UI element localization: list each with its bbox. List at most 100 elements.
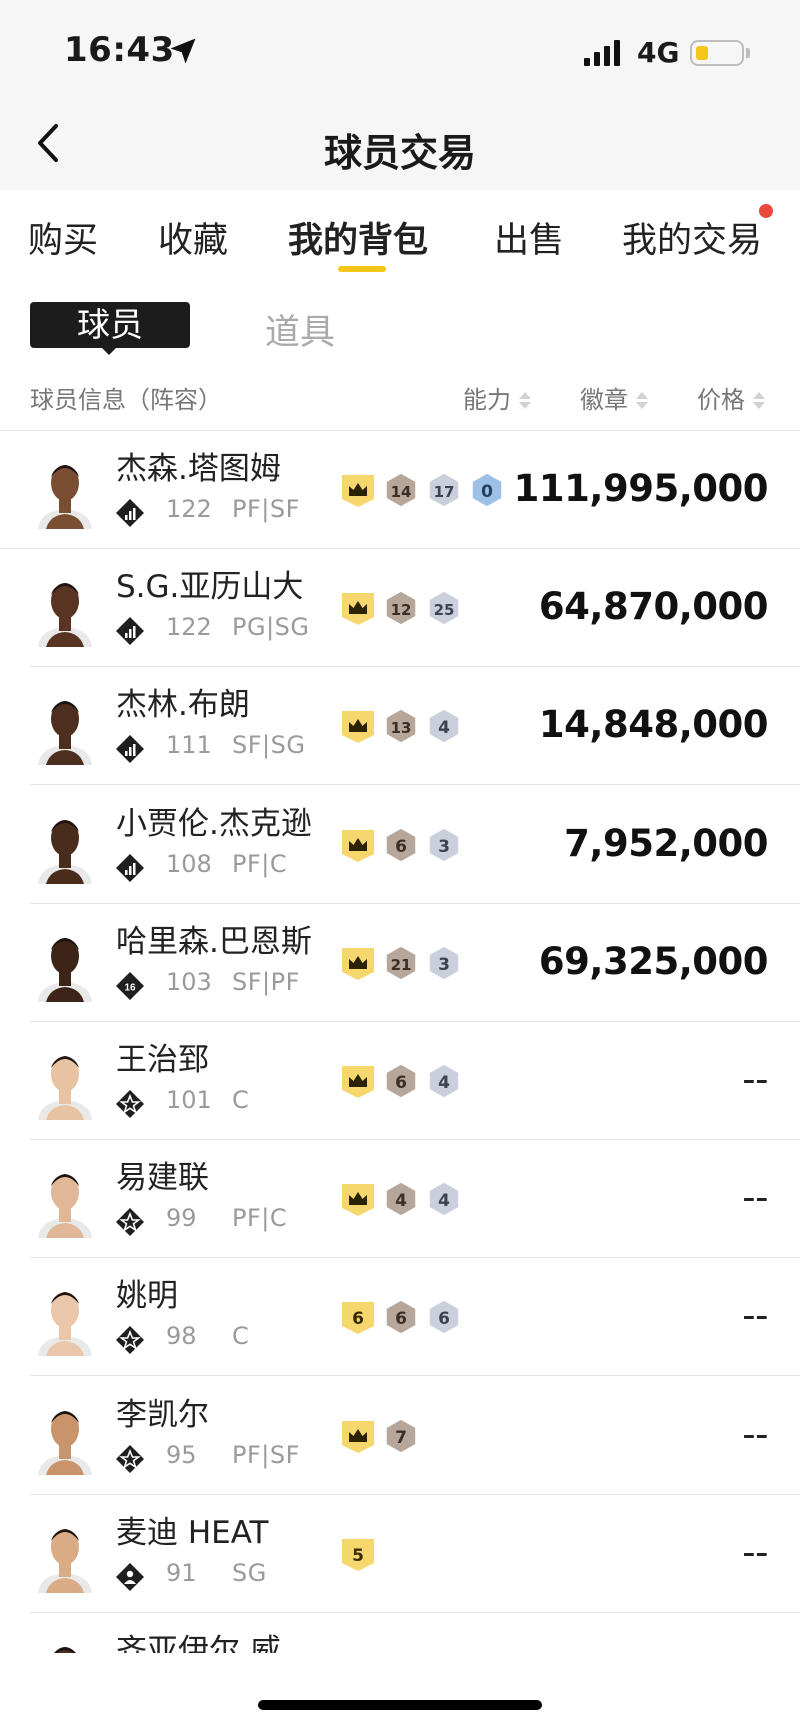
player-row[interactable]: 小贾伦.杰克逊 108 PF|C 6 3 7,952,000	[0, 786, 800, 904]
player-name: 李凯尔	[116, 1396, 209, 1433]
star-rank-icon	[115, 1444, 145, 1474]
player-position: PF|SF	[232, 1440, 300, 1469]
player-row[interactable]: 杰林.布朗 111 SF|SG 13 4 14,848,000	[0, 667, 800, 786]
player-position: PF|C	[232, 849, 288, 878]
tab-bar: 购买 收藏 我的背包 出售 我的交易	[0, 190, 800, 280]
notification-dot	[759, 204, 773, 218]
crown-badge-icon	[340, 471, 376, 509]
player-row[interactable]: 麦迪 HEAT 91 SG 5 --	[0, 1495, 800, 1613]
status-bar: 16:43 4G	[0, 0, 800, 100]
battery-tip	[746, 48, 750, 58]
header-player-info: 球员信息（阵容）	[30, 386, 222, 414]
player-row[interactable]: 齐亚伊尔.威	[0, 1613, 800, 1653]
status-time: 16:43	[64, 30, 175, 70]
svg-text:6: 6	[352, 1309, 364, 1329]
player-position: C	[232, 1322, 250, 1351]
bronze-badge: 6	[383, 1298, 419, 1336]
player-avatar	[32, 804, 98, 884]
svg-text:4: 4	[438, 718, 450, 738]
player-name: 麦迪 HEAT	[116, 1514, 269, 1551]
player-position: SF|SG	[232, 731, 306, 760]
player-row[interactable]: 哈里森.巴恩斯 16 103 SF|PF 21 3 69,325,000	[0, 904, 800, 1022]
svg-text:3: 3	[438, 837, 450, 857]
player-row[interactable]: 姚明 98 C 6 6 6 --	[0, 1258, 800, 1377]
header-ability-label: 能力	[463, 386, 511, 414]
player-avatar	[32, 1276, 98, 1357]
bronze-badge: 6	[383, 826, 419, 864]
tab-favorites[interactable]: 收藏	[158, 212, 228, 263]
player-position: PG|SG	[232, 613, 310, 642]
page-title: 球员交易	[323, 131, 476, 175]
tab-my-backpack[interactable]: 我的背包	[288, 212, 428, 263]
silver-badge: 17	[426, 471, 462, 509]
crown-badge-icon	[340, 1417, 376, 1455]
player-avatar	[32, 1158, 98, 1239]
svg-text:3: 3	[438, 955, 450, 975]
segment-pointer	[100, 346, 118, 355]
player-price: 7,952,000	[564, 821, 768, 865]
crown-badge-icon	[340, 944, 376, 982]
tab-sell[interactable]: 出售	[494, 212, 564, 263]
player-rating: 99	[166, 1204, 197, 1233]
svg-text:6: 6	[395, 837, 407, 857]
nav-bar: 球员交易	[0, 100, 800, 190]
svg-text:13: 13	[391, 719, 412, 737]
player-name: S.G.亚历山大	[116, 569, 304, 606]
player-position: PF|SF	[232, 495, 300, 523]
player-position: C	[232, 1086, 250, 1114]
player-row[interactable]: 李凯尔 95 PF|SF 7 --	[0, 1377, 800, 1495]
player-row[interactable]: S.G.亚历山大 122 PG|SG 12 25 64,870,000	[0, 549, 800, 668]
bar-chart-rank-icon	[115, 498, 145, 528]
header-badges-sort[interactable]: 徽章	[580, 380, 648, 415]
player-name: 王治郅	[116, 1042, 209, 1078]
tab-my-trades[interactable]: 我的交易	[622, 212, 762, 263]
silver-badge: 25	[426, 589, 462, 627]
player-price: 14,848,000	[538, 703, 769, 747]
star-rank-icon	[115, 1207, 145, 1237]
bar-chart-rank-icon	[115, 853, 145, 883]
bronze-badge: 4	[383, 1180, 419, 1218]
player-name: 哈里森.巴恩斯	[116, 923, 312, 960]
header-ability-sort[interactable]: 能力	[463, 380, 531, 415]
player-rating: 101	[166, 1086, 212, 1114]
player-row[interactable]: 易建联 99 PF|C 4 4 --	[0, 1140, 800, 1259]
silver-badge: 4	[426, 1062, 462, 1100]
player-name: 杰林.布朗	[116, 687, 250, 724]
svg-text:17: 17	[434, 483, 455, 501]
player-price: 69,325,000	[538, 939, 769, 983]
bronze-badge: 21	[383, 944, 419, 982]
person-rank-icon	[115, 1562, 145, 1592]
header-price-sort[interactable]: 价格	[697, 380, 765, 415]
bar-chart-rank-icon	[115, 616, 145, 646]
network-type: 4G	[637, 36, 680, 69]
player-position: PF|C	[232, 1204, 288, 1233]
player-price: 64,870,000	[538, 585, 769, 629]
svg-text:21: 21	[391, 956, 412, 974]
segment-items[interactable]: 道具	[265, 304, 335, 355]
crown-badge-icon	[340, 707, 376, 745]
svg-text:25: 25	[434, 601, 455, 619]
battery-icon	[690, 40, 744, 66]
active-tab-indicator	[338, 266, 386, 272]
player-rating: 111	[166, 731, 212, 760]
player-avatar	[32, 1395, 98, 1475]
star-rank-icon	[115, 1325, 145, 1355]
number-16-rank-icon: 16	[115, 971, 145, 1001]
table-header: 球员信息（阵容） 能力 徽章 价格	[0, 372, 800, 431]
player-price: --	[742, 1294, 768, 1338]
player-row[interactable]: 杰森.塔图姆 122 PF|SF 14 17 0 111,995,000	[0, 431, 800, 549]
bronze-badge: 13	[383, 707, 419, 745]
bronze-badge: 6	[383, 1062, 419, 1100]
signal-strength-icon	[584, 40, 620, 66]
player-price: --	[742, 1530, 768, 1574]
tab-buy[interactable]: 购买	[28, 212, 98, 263]
player-name: 杰森.塔图姆	[116, 451, 281, 487]
silver-badge: 3	[426, 826, 462, 864]
player-row[interactable]: 王治郅 101 C 6 4 --	[0, 1022, 800, 1140]
gold-badge: 6	[340, 1298, 376, 1336]
segment-players[interactable]: 球员	[30, 302, 190, 348]
bronze-badge: 14	[383, 471, 419, 509]
player-rating: 103	[166, 967, 212, 996]
player-avatar	[32, 685, 98, 766]
blue-badge: 0	[469, 471, 505, 509]
